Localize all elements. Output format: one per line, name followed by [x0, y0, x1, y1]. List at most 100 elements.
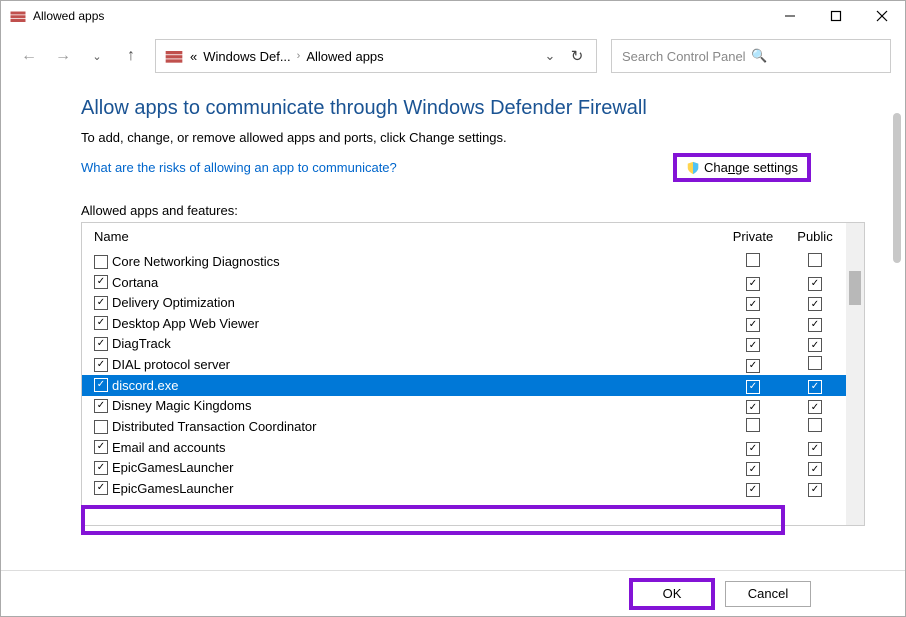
table-row[interactable]: ✓ Cortana ✓ ✓ [82, 272, 846, 293]
app-enabled-checkbox[interactable]: ✓ [94, 275, 108, 289]
minimize-button[interactable] [767, 1, 813, 31]
up-button[interactable]: ↑ [121, 47, 141, 65]
app-enabled-checkbox[interactable]: ✓ [94, 316, 108, 330]
public-checkbox[interactable]: ✓ [808, 277, 822, 291]
app-enabled-checkbox[interactable]: ✓ [94, 296, 108, 310]
shield-icon [686, 161, 700, 175]
table-row[interactable]: ✓ Desktop App Web Viewer ✓ ✓ [82, 313, 846, 334]
private-checkbox[interactable] [746, 253, 760, 267]
risk-link[interactable]: What are the risks of allowing an app to… [81, 160, 397, 175]
allowed-apps-list: Name Private Public Core Networking Diag… [81, 222, 865, 526]
private-checkbox[interactable] [746, 418, 760, 432]
app-name: EpicGamesLauncher [112, 481, 722, 496]
recent-dropdown[interactable]: ⌄ [87, 50, 107, 63]
app-name: Distributed Transaction Coordinator [112, 419, 722, 434]
app-name: DIAL protocol server [112, 357, 722, 372]
table-row[interactable]: ✓ DIAL protocol server ✓ [82, 354, 846, 375]
app-enabled-checkbox[interactable]: ✓ [94, 337, 108, 351]
app-enabled-checkbox[interactable]: ✓ [94, 461, 108, 475]
private-checkbox[interactable]: ✓ [746, 338, 760, 352]
breadcrumb-dropdown[interactable]: ⌄ [540, 48, 560, 64]
dialog-footer: OK Cancel [1, 570, 905, 616]
change-settings-label: Change settings [704, 160, 798, 175]
content-area: Allow apps to communicate through Window… [1, 81, 905, 571]
app-name: Cortana [112, 275, 722, 290]
private-checkbox[interactable]: ✓ [746, 277, 760, 291]
breadcrumb[interactable]: « Windows Def... › Allowed apps ⌄ ↻ [155, 39, 597, 73]
firewall-icon [9, 7, 27, 25]
public-checkbox[interactable]: ✓ [808, 318, 822, 332]
public-checkbox[interactable] [808, 253, 822, 267]
change-settings-button[interactable]: Change settings [673, 153, 811, 182]
page-subtext: To add, change, or remove allowed apps a… [81, 130, 865, 145]
search-input[interactable]: Search Control Panel 🔍 [611, 39, 891, 73]
app-enabled-checkbox[interactable] [94, 255, 108, 269]
column-private[interactable]: Private [722, 229, 784, 244]
table-row[interactable]: Core Networking Diagnostics [82, 251, 846, 272]
search-icon: 🔍 [751, 48, 880, 64]
private-checkbox[interactable]: ✓ [746, 359, 760, 373]
public-checkbox[interactable]: ✓ [808, 338, 822, 352]
table-row[interactable]: ✓ EpicGamesLauncher ✓ ✓ [82, 458, 846, 479]
search-placeholder: Search Control Panel [622, 49, 751, 64]
app-enabled-checkbox[interactable]: ✓ [94, 440, 108, 454]
app-name: EpicGamesLauncher [112, 460, 722, 475]
column-name[interactable]: Name [94, 229, 722, 244]
breadcrumb-prefix: « [190, 49, 197, 64]
cancel-button[interactable]: Cancel [725, 581, 811, 607]
app-enabled-checkbox[interactable]: ✓ [94, 358, 108, 372]
back-button[interactable]: ← [19, 47, 39, 65]
scrollbar-thumb[interactable] [849, 271, 861, 305]
app-name: Desktop App Web Viewer [112, 316, 722, 331]
app-name: Email and accounts [112, 440, 722, 455]
private-checkbox[interactable]: ✓ [746, 297, 760, 311]
table-row[interactable]: ✓ Delivery Optimization ✓ ✓ [82, 293, 846, 314]
public-checkbox[interactable] [808, 418, 822, 432]
table-row[interactable]: ✓DiagTrack✓✓ [82, 334, 846, 355]
table-row[interactable]: ✓ Disney Magic Kingdoms ✓ ✓ [82, 396, 846, 417]
public-checkbox[interactable]: ✓ [808, 380, 822, 394]
table-row[interactable]: Distributed Transaction Coordinator [82, 416, 846, 437]
close-button[interactable] [859, 1, 905, 31]
private-checkbox[interactable]: ✓ [746, 442, 760, 456]
app-enabled-checkbox[interactable]: ✓ [94, 378, 108, 392]
list-header: Name Private Public [82, 223, 846, 251]
navigation-toolbar: ← → ⌄ ↑ « Windows Def... › Allowed apps … [1, 31, 905, 81]
maximize-button[interactable] [813, 1, 859, 31]
private-checkbox[interactable]: ✓ [746, 400, 760, 414]
public-checkbox[interactable]: ✓ [808, 442, 822, 456]
forward-button[interactable]: → [53, 47, 73, 65]
list-label: Allowed apps and features: [81, 203, 865, 218]
app-enabled-checkbox[interactable]: ✓ [94, 399, 108, 413]
chevron-right-icon: › [297, 50, 301, 62]
app-enabled-checkbox[interactable]: ✓ [94, 481, 108, 495]
public-checkbox[interactable]: ✓ [808, 462, 822, 476]
app-enabled-checkbox[interactable] [94, 420, 108, 434]
table-row[interactable]: ✓ Email and accounts ✓ ✓ [82, 437, 846, 458]
table-row[interactable]: ✓ discord.exe ✓ ✓ [82, 375, 846, 396]
private-checkbox[interactable]: ✓ [746, 380, 760, 394]
scrollbar-thumb[interactable] [893, 113, 901, 263]
private-checkbox[interactable]: ✓ [746, 462, 760, 476]
title-bar: Allowed apps [1, 1, 905, 31]
table-row[interactable]: ✓ EpicGamesLauncher ✓ ✓ [82, 478, 846, 499]
breadcrumb-part[interactable]: Windows Def... [203, 49, 290, 64]
firewall-icon [164, 46, 184, 66]
public-checkbox[interactable]: ✓ [808, 400, 822, 414]
app-name: Disney Magic Kingdoms [112, 398, 722, 413]
app-name: Delivery Optimization [112, 295, 722, 310]
public-checkbox[interactable] [808, 356, 822, 370]
window-title: Allowed apps [33, 9, 767, 23]
ok-button[interactable]: OK [629, 578, 715, 610]
app-name: Core Networking Diagnostics [112, 254, 722, 269]
breadcrumb-part[interactable]: Allowed apps [306, 49, 383, 64]
page-scrollbar[interactable] [893, 109, 903, 559]
private-checkbox[interactable]: ✓ [746, 318, 760, 332]
public-checkbox[interactable]: ✓ [808, 297, 822, 311]
app-name: discord.exe [112, 378, 722, 393]
column-public[interactable]: Public [784, 229, 846, 244]
list-scrollbar[interactable] [846, 223, 864, 525]
refresh-button[interactable]: ↻ [566, 47, 588, 65]
public-checkbox[interactable]: ✓ [808, 483, 822, 497]
private-checkbox[interactable]: ✓ [746, 483, 760, 497]
